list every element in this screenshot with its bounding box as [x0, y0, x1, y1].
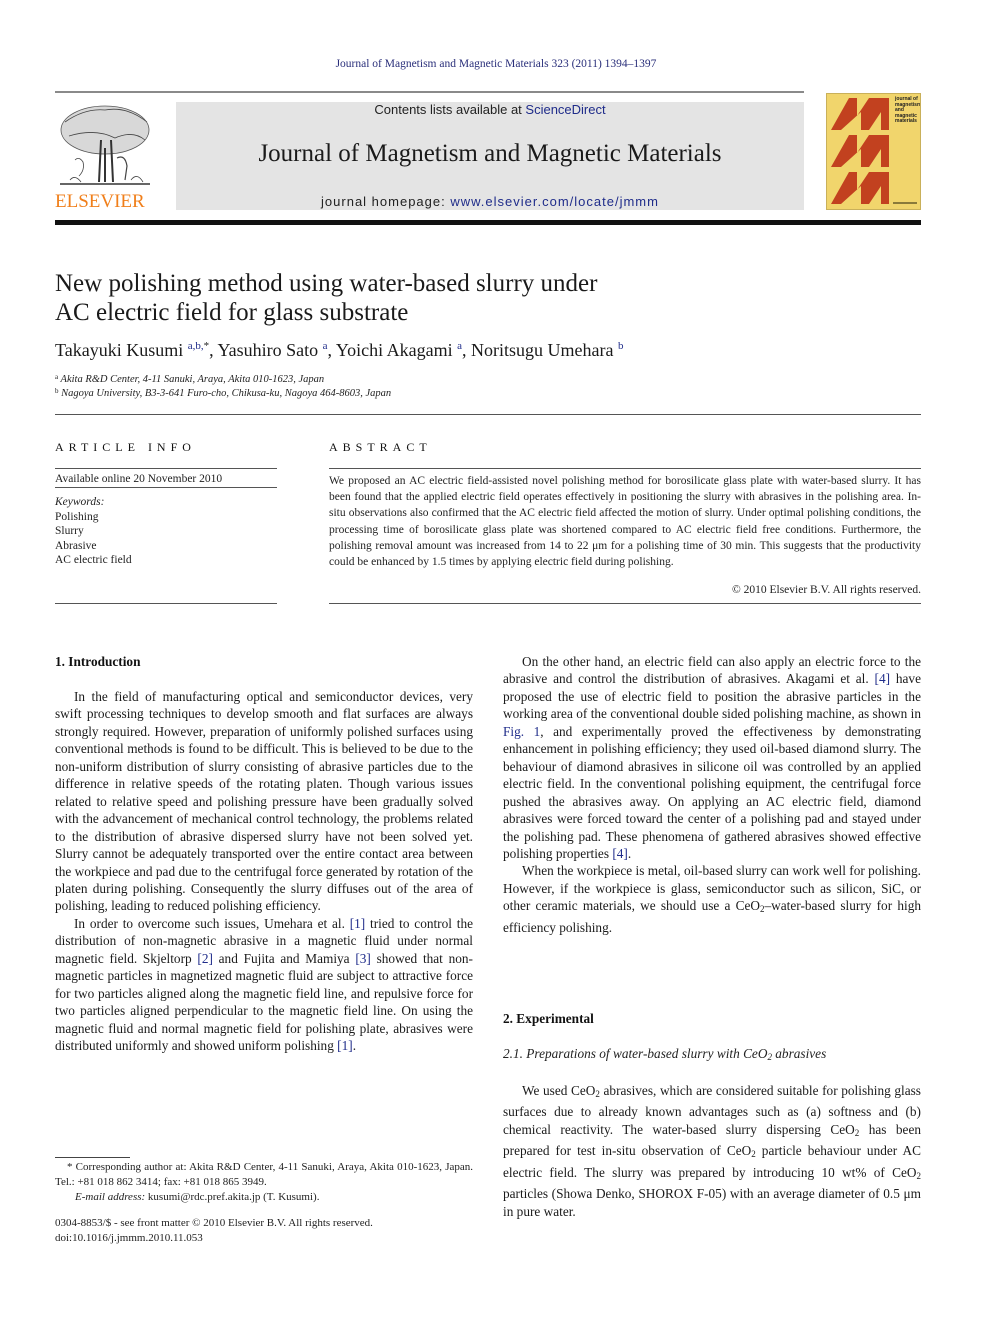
- text-run: On the other hand, an electric field can…: [503, 654, 921, 687]
- affiliation-text: Akita R&D Center, 4-11 Sanuki, Araya, Ak…: [60, 374, 325, 385]
- citation-link[interactable]: [4]: [875, 671, 891, 686]
- citation-link[interactable]: [2]: [197, 951, 213, 966]
- affiliation-key: a: [55, 373, 59, 381]
- abstract-rule: [329, 468, 921, 469]
- top-rule: [55, 91, 804, 93]
- journal-title: Journal of Magnetism and Magnetic Materi…: [258, 140, 722, 167]
- keyword[interactable]: Slurry: [55, 524, 277, 539]
- affiliation-text: Nagoya University, B3-3-641 Furo-cho, Ch…: [61, 388, 392, 399]
- running-head[interactable]: Journal of Magnetism and Magnetic Materi…: [0, 58, 992, 70]
- info-rule: [55, 468, 277, 469]
- citation-link[interactable]: [4]: [612, 846, 628, 861]
- text-run: , and experimentally proved the effectiv…: [503, 723, 921, 861]
- keyword[interactable]: Abrasive: [55, 539, 277, 554]
- citation-link[interactable]: [1]: [337, 1038, 353, 1053]
- section-heading-experimental: 2. Experimental: [503, 1011, 594, 1026]
- available-online: Available online 20 November 2010: [55, 473, 223, 485]
- keyword[interactable]: AC electric field: [55, 553, 277, 568]
- author-affil-link[interactable]: a,b,: [188, 340, 204, 352]
- author-name: Yasuhiro Sato: [217, 340, 319, 360]
- subsection-heading: 2.1. Preparations of water-based slurry …: [503, 1046, 826, 1062]
- text-run: particles (Showa Denko, SHOROX F-05) wit…: [503, 1186, 921, 1219]
- email-note: E-mail address: kusumi@rdc.pref.akita.jp…: [55, 1190, 473, 1205]
- citation-link[interactable]: [1]: [350, 916, 366, 931]
- paragraph: On the other hand, an electric field can…: [503, 653, 921, 862]
- sciencedirect-link[interactable]: ScienceDirect: [525, 102, 605, 117]
- author-list: Takayuki Kusumi a,b,*, Yasuhiro Sato a, …: [55, 340, 855, 361]
- elsevier-wordmark: ELSEVIER: [55, 191, 145, 212]
- title-line-2: AC electric field for glass substrate: [55, 299, 409, 326]
- text-run: abrasives: [771, 1046, 827, 1061]
- homepage-link[interactable]: www.elsevier.com/locate/jmmm: [450, 194, 659, 209]
- front-matter-line: 0304-8853/$ - see front matter © 2010 El…: [55, 1217, 373, 1229]
- text-run: In order to overcome such issues, Umehar…: [74, 915, 350, 931]
- paragraph: We used CeO2 abrasives, which are consid…: [503, 1082, 921, 1220]
- homepage-line: journal homepage: www.elsevier.com/locat…: [176, 194, 804, 209]
- email-label: E-mail address:: [75, 1191, 148, 1203]
- abstract-copyright: © 2010 Elsevier B.V. All rights reserved…: [732, 584, 921, 596]
- text-run: 2.1. Preparations of water-based slurry …: [503, 1046, 768, 1061]
- article-title: New polishing method using water-based s…: [55, 269, 755, 327]
- paragraph: In order to overcome such issues, Umehar…: [55, 915, 473, 1055]
- affiliation-a: a Akita R&D Center, 4-11 Sanuki, Araya, …: [55, 373, 324, 385]
- text-run: .: [352, 1038, 357, 1054]
- author-affil-link[interactable]: b: [618, 340, 624, 352]
- figure-link[interactable]: Fig. 1: [503, 724, 540, 739]
- contents-line: Contents lists available at ScienceDirec…: [176, 102, 804, 117]
- author-name: Takayuki Kusumi: [55, 340, 184, 360]
- text-run: We used CeO: [522, 1083, 596, 1098]
- email-link[interactable]: kusumi@rdc.pref.akita.jp: [148, 1191, 260, 1203]
- text-run: showed that non-magnetic particles in ma…: [55, 950, 473, 1054]
- front-matter: 0304-8853/$ - see front matter © 2010 El…: [55, 1216, 473, 1246]
- affiliation-key: b: [55, 387, 59, 395]
- keywords-block: Keywords: Polishing Slurry Abrasive AC e…: [55, 495, 277, 568]
- doi-link[interactable]: doi:10.1016/j.jmmm.2010.11.053: [55, 1231, 473, 1246]
- author-separator: ,: [461, 340, 471, 360]
- keywords-label: Keywords:: [55, 496, 105, 508]
- author-name: Yoichi Akagami: [335, 340, 453, 360]
- text-run: and Fujita and Mamiya: [212, 950, 356, 966]
- author-name: Noritsugu Umehara: [470, 340, 614, 360]
- footnote-rule: [55, 1157, 130, 1158]
- paragraph: In the field of manufacturing optical an…: [55, 689, 473, 914]
- keyword[interactable]: Polishing: [55, 510, 277, 525]
- footnotes: * Corresponding author at: Akita R&D Cen…: [55, 1160, 473, 1205]
- article-info-heading: ARTICLE INFO: [55, 440, 196, 454]
- text-run: .: [627, 845, 632, 861]
- section-divider: [55, 414, 921, 415]
- contents-prefix: Contents lists available at: [374, 102, 526, 117]
- homepage-prefix: journal homepage:: [321, 194, 451, 209]
- cover-title: journal of magnetism and magnetic materi…: [895, 96, 921, 124]
- abstract-text: We proposed an AC electric field-assiste…: [329, 475, 921, 569]
- section-heading-introduction: 1. Introduction: [55, 654, 141, 669]
- paragraph: When the workpiece is metal, oil-based s…: [503, 862, 921, 936]
- header-divider: [55, 220, 921, 225]
- affiliation-b: b Nagoya University, B3-3-641 Furo-cho, …: [55, 387, 391, 399]
- left-column: In the field of manufacturing optical an…: [55, 688, 473, 1055]
- right-column: On the other hand, an electric field can…: [503, 653, 921, 936]
- abstract-rule: [329, 603, 921, 604]
- citation-link[interactable]: [3]: [355, 951, 371, 966]
- corresponding-author-note: * Corresponding author at: Akita R&D Cen…: [55, 1161, 473, 1188]
- abstract-heading: ABSTRACT: [329, 440, 432, 454]
- right-column-experimental: We used CeO2 abrasives, which are consid…: [503, 1082, 921, 1220]
- email-suffix: (T. Kusumi).: [260, 1191, 320, 1203]
- title-line-1: New polishing method using water-based s…: [55, 270, 598, 297]
- info-rule: [55, 603, 277, 604]
- author-separator: ,: [327, 340, 336, 360]
- subscript: 2: [916, 1170, 922, 1181]
- info-rule: [55, 487, 277, 488]
- journal-cover-thumbnail[interactable]: journal of magnetism and magnetic materi…: [826, 93, 921, 210]
